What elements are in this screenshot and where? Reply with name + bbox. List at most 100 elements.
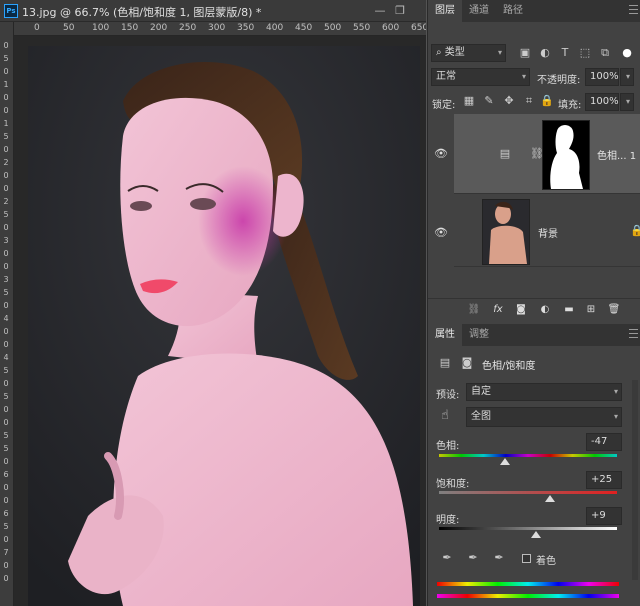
adjustment-layer-icon[interactable]: ◐ bbox=[537, 304, 553, 315]
ruler-tick-label: 100 bbox=[92, 23, 110, 33]
layer-row-background[interactable]: 背景 🔒 bbox=[454, 195, 640, 267]
saturation-slider-track[interactable] bbox=[439, 491, 617, 494]
ruler-tick-label: 0 bbox=[34, 23, 40, 33]
chevron-down-icon: ▾ bbox=[613, 412, 618, 421]
ruler-tick-label: 500 bbox=[324, 23, 342, 33]
targeted-adjustment-hand-icon[interactable]: ☝ bbox=[438, 409, 452, 423]
colorize-checkbox[interactable] bbox=[522, 554, 531, 563]
lock-image-icon[interactable]: ✎ bbox=[482, 94, 496, 108]
ruler-tick-label: 3 bbox=[3, 275, 9, 284]
ruler-tick-label: 250 bbox=[179, 23, 197, 33]
fx-icon[interactable]: fx bbox=[490, 304, 506, 315]
new-layer-icon[interactable]: ⊞ bbox=[583, 304, 599, 315]
new-group-folder-icon[interactable]: ▬ bbox=[561, 304, 577, 315]
layer-name-background[interactable]: 背景 bbox=[538, 225, 558, 240]
eye-visibility-icon[interactable]: 👁 bbox=[428, 147, 454, 160]
ruler-tick-label: 5 bbox=[3, 522, 9, 531]
range-select[interactable]: 全图 ▾ bbox=[466, 407, 622, 427]
vertical-ruler[interactable]: 0 5 0 1 0 0 1 5 0 2 0 0 2 5 0 3 0 0 3 5 0 4 0 0 4 5 0 5 0 0 5 5 0 6 0 0 6 5 0 7… bbox=[0, 22, 14, 606]
link-layers-icon[interactable]: ⛓ bbox=[466, 304, 482, 315]
tab-properties[interactable]: 属性 bbox=[428, 324, 462, 346]
saturation-input[interactable]: +25 bbox=[586, 471, 622, 489]
eye-visibility-icon[interactable]: 👁 bbox=[428, 226, 454, 239]
ruler-tick-label: 0 bbox=[3, 340, 9, 349]
pixel-filter-icon[interactable]: ▣ bbox=[518, 46, 532, 60]
blend-mode-select[interactable]: 正常 ▾ bbox=[431, 68, 530, 86]
restore-button[interactable]: ❐ bbox=[392, 3, 408, 19]
adjustment-filter-icon[interactable]: ◐ bbox=[538, 46, 552, 60]
type-filter-icon[interactable]: T bbox=[558, 46, 572, 60]
chevron-down-icon: ▾ bbox=[625, 97, 630, 106]
opacity-dropdown-button[interactable]: ▾ bbox=[620, 68, 634, 86]
ruler-tick-label: 7 bbox=[3, 548, 9, 557]
search-icon: ⌕ bbox=[436, 47, 445, 58]
lock-transparent-icon[interactable]: ▦ bbox=[462, 94, 476, 108]
document-tab[interactable]: Ps 13.jpg @ 66.7% (色相/饱和度 1, 图层蒙版/8) * —… bbox=[0, 0, 426, 22]
document-canvas[interactable] bbox=[14, 36, 426, 606]
layer-mask-thumbnail[interactable] bbox=[542, 120, 590, 190]
tab-channels[interactable]: 通道 bbox=[462, 0, 496, 22]
fill-input[interactable]: 100% bbox=[585, 93, 619, 111]
eyedropper-minus-icon[interactable]: ✒ bbox=[492, 551, 506, 565]
minimize-button[interactable]: — bbox=[372, 3, 388, 19]
layer-name-hue-saturation[interactable]: 色相... 1 bbox=[597, 147, 636, 162]
add-mask-icon[interactable]: ◙ bbox=[513, 304, 529, 315]
ruler-tick-label: 650 bbox=[411, 23, 426, 33]
trash-icon[interactable]: 🗑 bbox=[606, 304, 622, 315]
shape-filter-icon[interactable]: ⬚ bbox=[578, 46, 592, 60]
tab-paths[interactable]: 路径 bbox=[496, 0, 530, 22]
layer-filter-select[interactable]: ⌕ 类型 ▾ bbox=[431, 44, 506, 62]
hue-input[interactable]: -47 bbox=[586, 433, 622, 451]
ruler-tick-label: 0 bbox=[3, 379, 9, 388]
ruler-tick-label: 50 bbox=[63, 23, 75, 33]
ruler-tick-label: 550 bbox=[353, 23, 371, 33]
properties-tab-bar: 属性 调整 bbox=[428, 324, 640, 346]
background-layer-thumbnail[interactable] bbox=[482, 199, 530, 265]
hue-saturation-adjustment-icon: ▤ bbox=[499, 147, 511, 160]
opacity-input[interactable]: 100% bbox=[585, 68, 619, 86]
ruler-tick-label: 0 bbox=[3, 106, 9, 115]
lock-all-icon[interactable]: 🔒 bbox=[540, 94, 554, 108]
lock-artboard-icon[interactable]: ⌗ bbox=[522, 94, 536, 108]
lightness-input[interactable]: +9 bbox=[586, 507, 622, 525]
tab-layers[interactable]: 图层 bbox=[428, 0, 462, 22]
lightness-slider-thumb[interactable] bbox=[531, 531, 541, 538]
portrait-photo[interactable] bbox=[28, 46, 420, 606]
ruler-tick-label: 200 bbox=[150, 23, 168, 33]
fill-dropdown-button[interactable]: ▾ bbox=[620, 93, 634, 111]
eyedropper-icon[interactable]: ✒ bbox=[440, 551, 454, 565]
ruler-tick-label: 0 bbox=[3, 41, 9, 50]
properties-panel-menu-icon[interactable] bbox=[629, 329, 638, 338]
ruler-tick-label: 350 bbox=[237, 23, 255, 33]
layer-row-hue-saturation[interactable]: ▤ ⛓ 色相... 1 bbox=[454, 114, 640, 194]
horizontal-ruler[interactable]: 0 50 100 150 200 250 300 350 400 450 500 550 600 650 bbox=[14, 22, 426, 36]
mask-icon[interactable]: ◙ bbox=[460, 356, 474, 370]
blend-mode-value: 正常 bbox=[436, 71, 456, 82]
hue-slider-thumb[interactable] bbox=[499, 458, 510, 465]
lightness-label: 明度: bbox=[436, 515, 460, 526]
ruler-tick-label: 1 bbox=[3, 80, 9, 89]
ruler-tick-label: 0 bbox=[3, 418, 9, 427]
layers-panel-menu-icon[interactable] bbox=[629, 5, 638, 14]
lock-label: 锁定: bbox=[432, 100, 456, 111]
ruler-tick-label: 5 bbox=[3, 210, 9, 219]
hue-label: 色相: bbox=[436, 441, 460, 452]
properties-scrollbar[interactable] bbox=[632, 380, 638, 580]
lock-position-icon[interactable]: ✥ bbox=[502, 94, 516, 108]
filter-toggle-icon[interactable]: ● bbox=[620, 46, 634, 60]
ruler-tick-label: 400 bbox=[266, 23, 284, 33]
preset-select[interactable]: 自定 ▾ bbox=[466, 383, 622, 401]
ruler-tick-label: 0 bbox=[3, 457, 9, 466]
ruler-tick-label: 0 bbox=[3, 405, 9, 414]
smart-object-filter-icon[interactable]: ⧉ bbox=[598, 46, 612, 60]
ruler-tick-label: 300 bbox=[208, 23, 226, 33]
saturation-slider-thumb[interactable] bbox=[545, 495, 556, 502]
ruler-tick-label: 0 bbox=[3, 171, 9, 180]
lightness-slider-track[interactable] bbox=[439, 527, 617, 530]
eyedropper-plus-icon[interactable]: ✒ bbox=[466, 551, 480, 565]
ruler-tick-label: 5 bbox=[3, 431, 9, 440]
ruler-tick-label: 4 bbox=[3, 314, 9, 323]
hue-slider-track[interactable] bbox=[439, 454, 617, 457]
range-value: 全图 bbox=[471, 411, 491, 422]
tab-adjustments[interactable]: 调整 bbox=[462, 324, 496, 346]
